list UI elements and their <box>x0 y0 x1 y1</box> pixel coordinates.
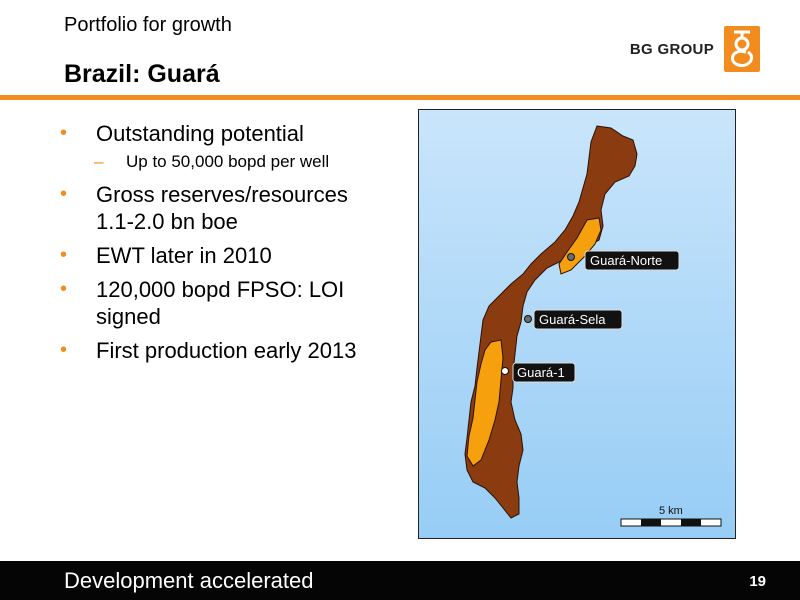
bullet-list: • Outstanding potential – Up to 50,000 bop… <box>60 120 380 371</box>
bullet-item: • Gross reserves/resources 1.1-2.0 bn boe <box>60 181 380 235</box>
footer-bar: Development accelerated 19 <box>0 561 800 600</box>
sub-bullet-item: – Up to 50,000 bopd per well <box>60 151 380 173</box>
scale-bar <box>620 518 722 527</box>
footer-text: Development accelerated <box>64 568 314 593</box>
bullet-marker: • <box>60 244 68 266</box>
dash-marker: – <box>94 152 104 171</box>
bullet-item: • First production early 2013 <box>60 337 380 364</box>
sub-bullet-text: Up to 50,000 bopd per well <box>126 152 330 171</box>
well-marker-norte <box>567 253 575 261</box>
slide-subtitle: Portfolio for growth <box>64 14 232 36</box>
well-label-norte: Guará-Norte <box>590 253 662 268</box>
bullet-marker: • <box>60 183 68 205</box>
bullet-item: • Outstanding potential <box>60 120 380 147</box>
bullet-marker: • <box>60 122 68 144</box>
field-map: Guará-Norte Guará-Sela Guará-1 5 km <box>418 109 736 539</box>
slide-title: Brazil: Guará <box>64 60 220 88</box>
bullet-text: First production early 2013 <box>96 338 357 363</box>
bullet-text: 120,000 bopd FPSO: LOI signed <box>96 277 345 329</box>
bullet-item: • 120,000 bopd FPSO: LOI signed <box>60 276 380 330</box>
bullet-marker: • <box>60 339 68 361</box>
well-marker-sela <box>524 315 532 323</box>
well-label-guara1: Guará-1 <box>517 365 565 380</box>
bullet-text: EWT later in 2010 <box>96 243 272 268</box>
bullet-text: Outstanding potential <box>96 121 304 146</box>
page-number: 19 <box>749 573 766 590</box>
bullet-item: • EWT later in 2010 <box>60 242 380 269</box>
well-label-sela: Guará-Sela <box>539 312 606 327</box>
brand-logo-group: BG GROUP <box>630 26 760 72</box>
bullet-text: Gross reserves/resources 1.1-2.0 bn boe <box>96 182 348 234</box>
bg-logo-icon <box>724 26 760 72</box>
header-rule <box>0 95 800 100</box>
brand-name: BG GROUP <box>629 40 714 58</box>
scale-label: 5 km <box>659 505 683 517</box>
field-map-svg: Guará-Norte Guará-Sela Guará-1 5 km <box>464 125 722 527</box>
well-marker-guara1 <box>501 367 509 375</box>
bullet-marker: • <box>60 278 68 300</box>
